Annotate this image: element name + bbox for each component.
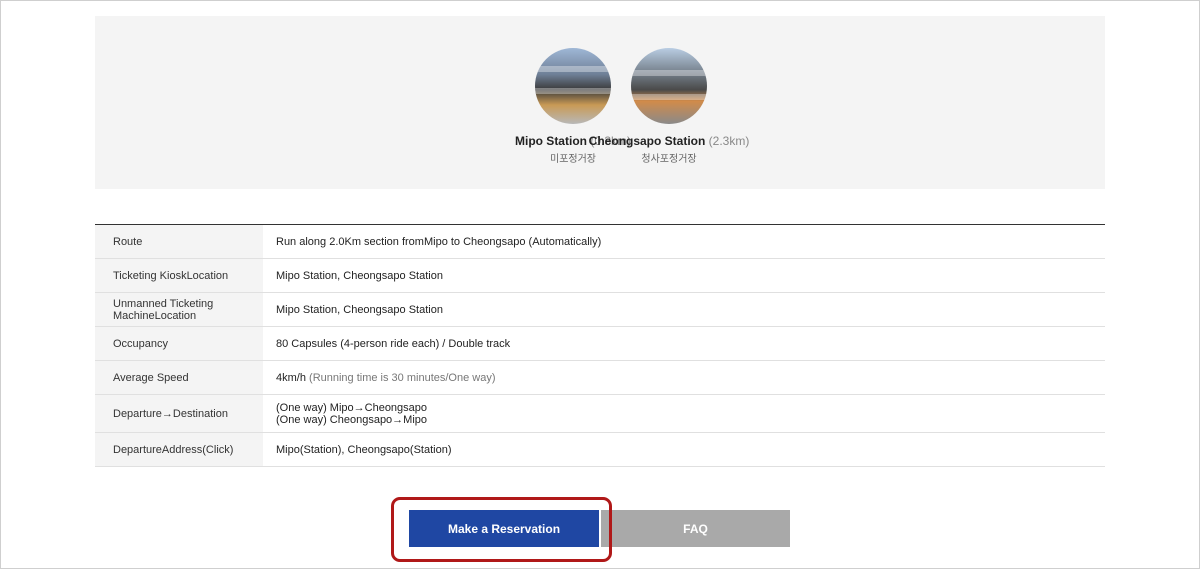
row-value: 80 Capsules (4-person ride each) / Doubl… xyxy=(263,326,1105,361)
row-value: (One way) Mipo→Cheongsapo (One way) Cheo… xyxy=(263,394,1105,433)
speed-note: (Running time is 30 minutes/One way) xyxy=(305,371,496,384)
address-link[interactable]: Mipo(Station), Cheongsapo(Station) xyxy=(263,432,1105,467)
row-value: 4km/h (Running time is 30 minutes/One wa… xyxy=(263,360,1105,395)
info-table: Route Run along 2.0Km section fromMipo t… xyxy=(95,224,1105,467)
row-label: DepartureAddress(Click) xyxy=(95,432,263,467)
table-row-occupancy: Occupancy 80 Capsules (4-person ride eac… xyxy=(95,326,1105,361)
table-row-unmanned: Unmanned Ticketing MachineLocation Mipo … xyxy=(95,292,1105,327)
direction-line: (One way) Mipo→Cheongsapo xyxy=(276,401,428,414)
row-label: Unmanned Ticketing MachineLocation xyxy=(95,292,263,327)
table-row-kiosk: Ticketing KioskLocation Mipo Station, Ch… xyxy=(95,258,1105,293)
row-value: Mipo Station, Cheongsapo Station xyxy=(263,292,1105,327)
station-korean-name: 청사포정거장 xyxy=(641,154,697,165)
make-reservation-button[interactable]: Make a Reservation xyxy=(409,510,599,547)
row-label-line: MachineLocation xyxy=(113,309,197,322)
row-label-line: Unmanned Ticketing xyxy=(113,297,214,310)
row-value: Mipo Station, Cheongsapo Station xyxy=(263,258,1105,293)
row-label: Average Speed xyxy=(95,360,263,395)
station-name: Cheongsapo Station (2.3km) xyxy=(588,134,750,148)
table-row-route: Route Run along 2.0Km section fromMipo t… xyxy=(95,224,1105,259)
table-row-speed: Average Speed 4km/h (Running time is 30 … xyxy=(95,360,1105,395)
station-cheongsapo[interactable]: Cheongsapo Station (2.3km) 청사포정거장 xyxy=(569,48,769,165)
row-label: Route xyxy=(95,224,263,259)
direction-line: (One way) Cheongsapo→Mipo xyxy=(276,413,428,426)
row-value: Run along 2.0Km section fromMipo to Cheo… xyxy=(263,224,1105,259)
station-distance: (2.3km) xyxy=(708,134,750,148)
table-row-address: DepartureAddress(Click) Mipo(Station), C… xyxy=(95,432,1105,467)
speed-value: 4km/h xyxy=(276,371,306,384)
row-label: Occupancy xyxy=(95,326,263,361)
table-row-direction: Departure→Destination (One way) Mipo→Che… xyxy=(95,394,1105,433)
cheongsapo-station-photo xyxy=(631,48,707,124)
faq-button[interactable]: FAQ xyxy=(601,510,790,547)
station-route-panel: Mipo Station (0.3km) 미포정거장 Cheongsapo St… xyxy=(95,16,1105,189)
row-label: Ticketing KioskLocation xyxy=(95,258,263,293)
row-label: Departure→Destination xyxy=(95,394,263,433)
